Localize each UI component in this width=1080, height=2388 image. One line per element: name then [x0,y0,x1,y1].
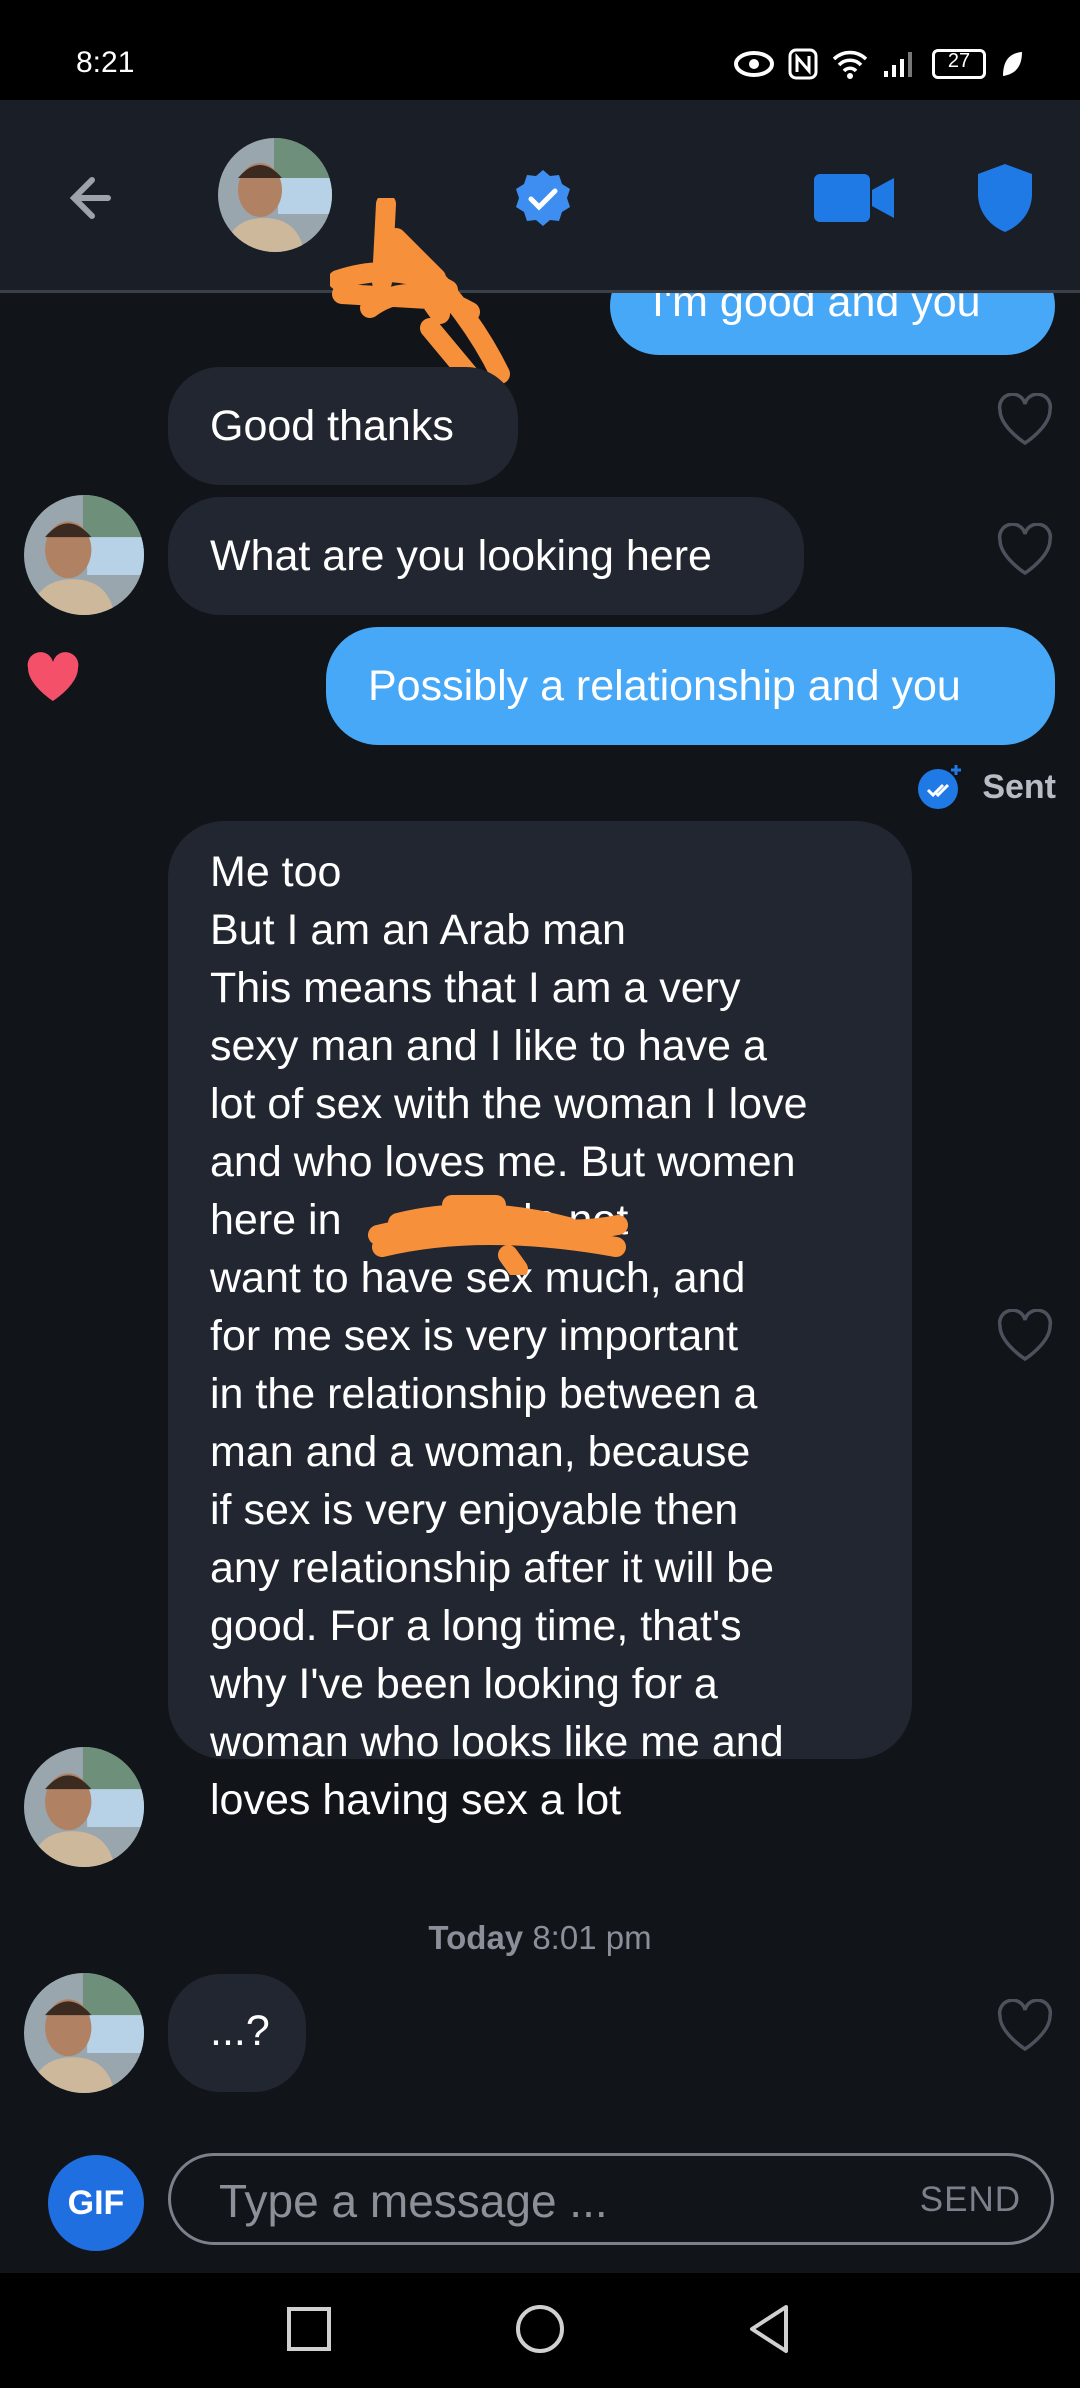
contact-avatar[interactable] [218,138,332,252]
message-line: for me sex is very important [210,1312,739,1360]
signal-icon [884,52,912,77]
text-redaction-scribble [368,1195,628,1275]
message-bubble-incoming[interactable]: Me too But I am an Arab man This means tha… [168,821,912,1824]
message-line: loves having sex a lot [210,1776,622,1824]
video-call-icon[interactable] [812,170,896,226]
message-bubble-outgoing[interactable]: Possibly a relationship and you [326,627,1055,745]
timestamp-time: 8:01 pm [532,1919,652,1956]
message-bubble-incoming[interactable]: What are you looking here [168,497,804,615]
like-heart-icon[interactable] [996,1309,1054,1363]
message-text: I'm good and you [652,293,981,326]
sender-avatar[interactable] [24,495,144,615]
message-bubble-incoming[interactable]: Good thanks [168,367,518,485]
message-bubble-outgoing[interactable]: I'm good and you [610,293,1055,355]
timestamp-day: Today [428,1919,524,1956]
like-heart-icon[interactable] [996,523,1054,577]
status-icons: 27 [734,44,1024,84]
date-separator: Today 8:01 pm [0,1919,1080,1957]
message-line: sexy man and I like to have a [210,1022,767,1070]
eye-icon [734,51,774,77]
message-text: ...? [210,2007,270,2055]
message-line: and who loves me. But women [210,1138,796,1186]
verified-badge-icon [516,170,570,226]
message-composer: GIF Type a message ... SEND [0,2133,1080,2273]
home-circle-icon[interactable] [512,2301,568,2357]
status-time: 8:21 [76,46,135,79]
message-text: Good thanks [210,402,454,450]
sent-check-icon [918,765,962,809]
back-arrow-icon[interactable] [52,166,116,230]
like-heart-icon[interactable] [996,1999,1054,2053]
message-line: if sex is very enjoyable then [210,1486,739,1534]
message-text: What are you looking here [210,532,712,580]
gif-button[interactable]: GIF [48,2155,144,2251]
message-line: any relationship after it will be [210,1544,775,1592]
status-bar: 8:21 27 [0,0,1080,100]
message-line: in the relationship between a [210,1370,758,1418]
send-button[interactable]: SEND [920,2180,1021,2220]
liked-heart-icon[interactable] [24,651,82,705]
message-line: Me too [210,848,342,896]
battery-icon: 27 [932,49,986,79]
message-line: good. For a long time, that's [210,1602,742,1650]
message-text-multiline: Me too But I am an Arab man This means tha… [210,843,808,1829]
message-bubble-incoming[interactable]: ...? [168,1974,306,2092]
message-line: man and a woman, because [210,1428,751,1476]
system-nav-bar [0,2273,1080,2388]
recents-square-icon[interactable] [284,2301,334,2357]
message-line: But I am an Arab man [210,906,626,954]
nfc-icon [788,48,818,80]
sender-avatar[interactable] [24,1973,144,2093]
chat-header [0,100,1080,398]
sender-avatar[interactable] [24,1747,144,1867]
message-line: why I've been looking for a [210,1660,718,1708]
delivery-status: Sent [916,763,1056,811]
message-list[interactable]: I'm good and you Good thanks What are yo… [0,293,1080,2133]
message-line: woman who looks like me and [210,1718,784,1766]
wifi-icon [832,50,868,79]
message-text: Possibly a relationship and you [368,662,961,710]
leaf-icon [1003,52,1022,76]
message-line: This means that I am a very [210,964,741,1012]
message-input-placeholder: Type a message ... [219,2175,608,2227]
sent-label: Sent [982,767,1056,806]
message-line: lot of sex with the woman I love [210,1080,808,1128]
like-heart-icon[interactable] [996,393,1054,447]
battery-level: 27 [947,50,971,72]
safety-shield-icon[interactable] [974,162,1036,234]
message-input[interactable]: Type a message ... SEND [168,2153,1054,2245]
back-triangle-icon[interactable] [744,2301,794,2357]
